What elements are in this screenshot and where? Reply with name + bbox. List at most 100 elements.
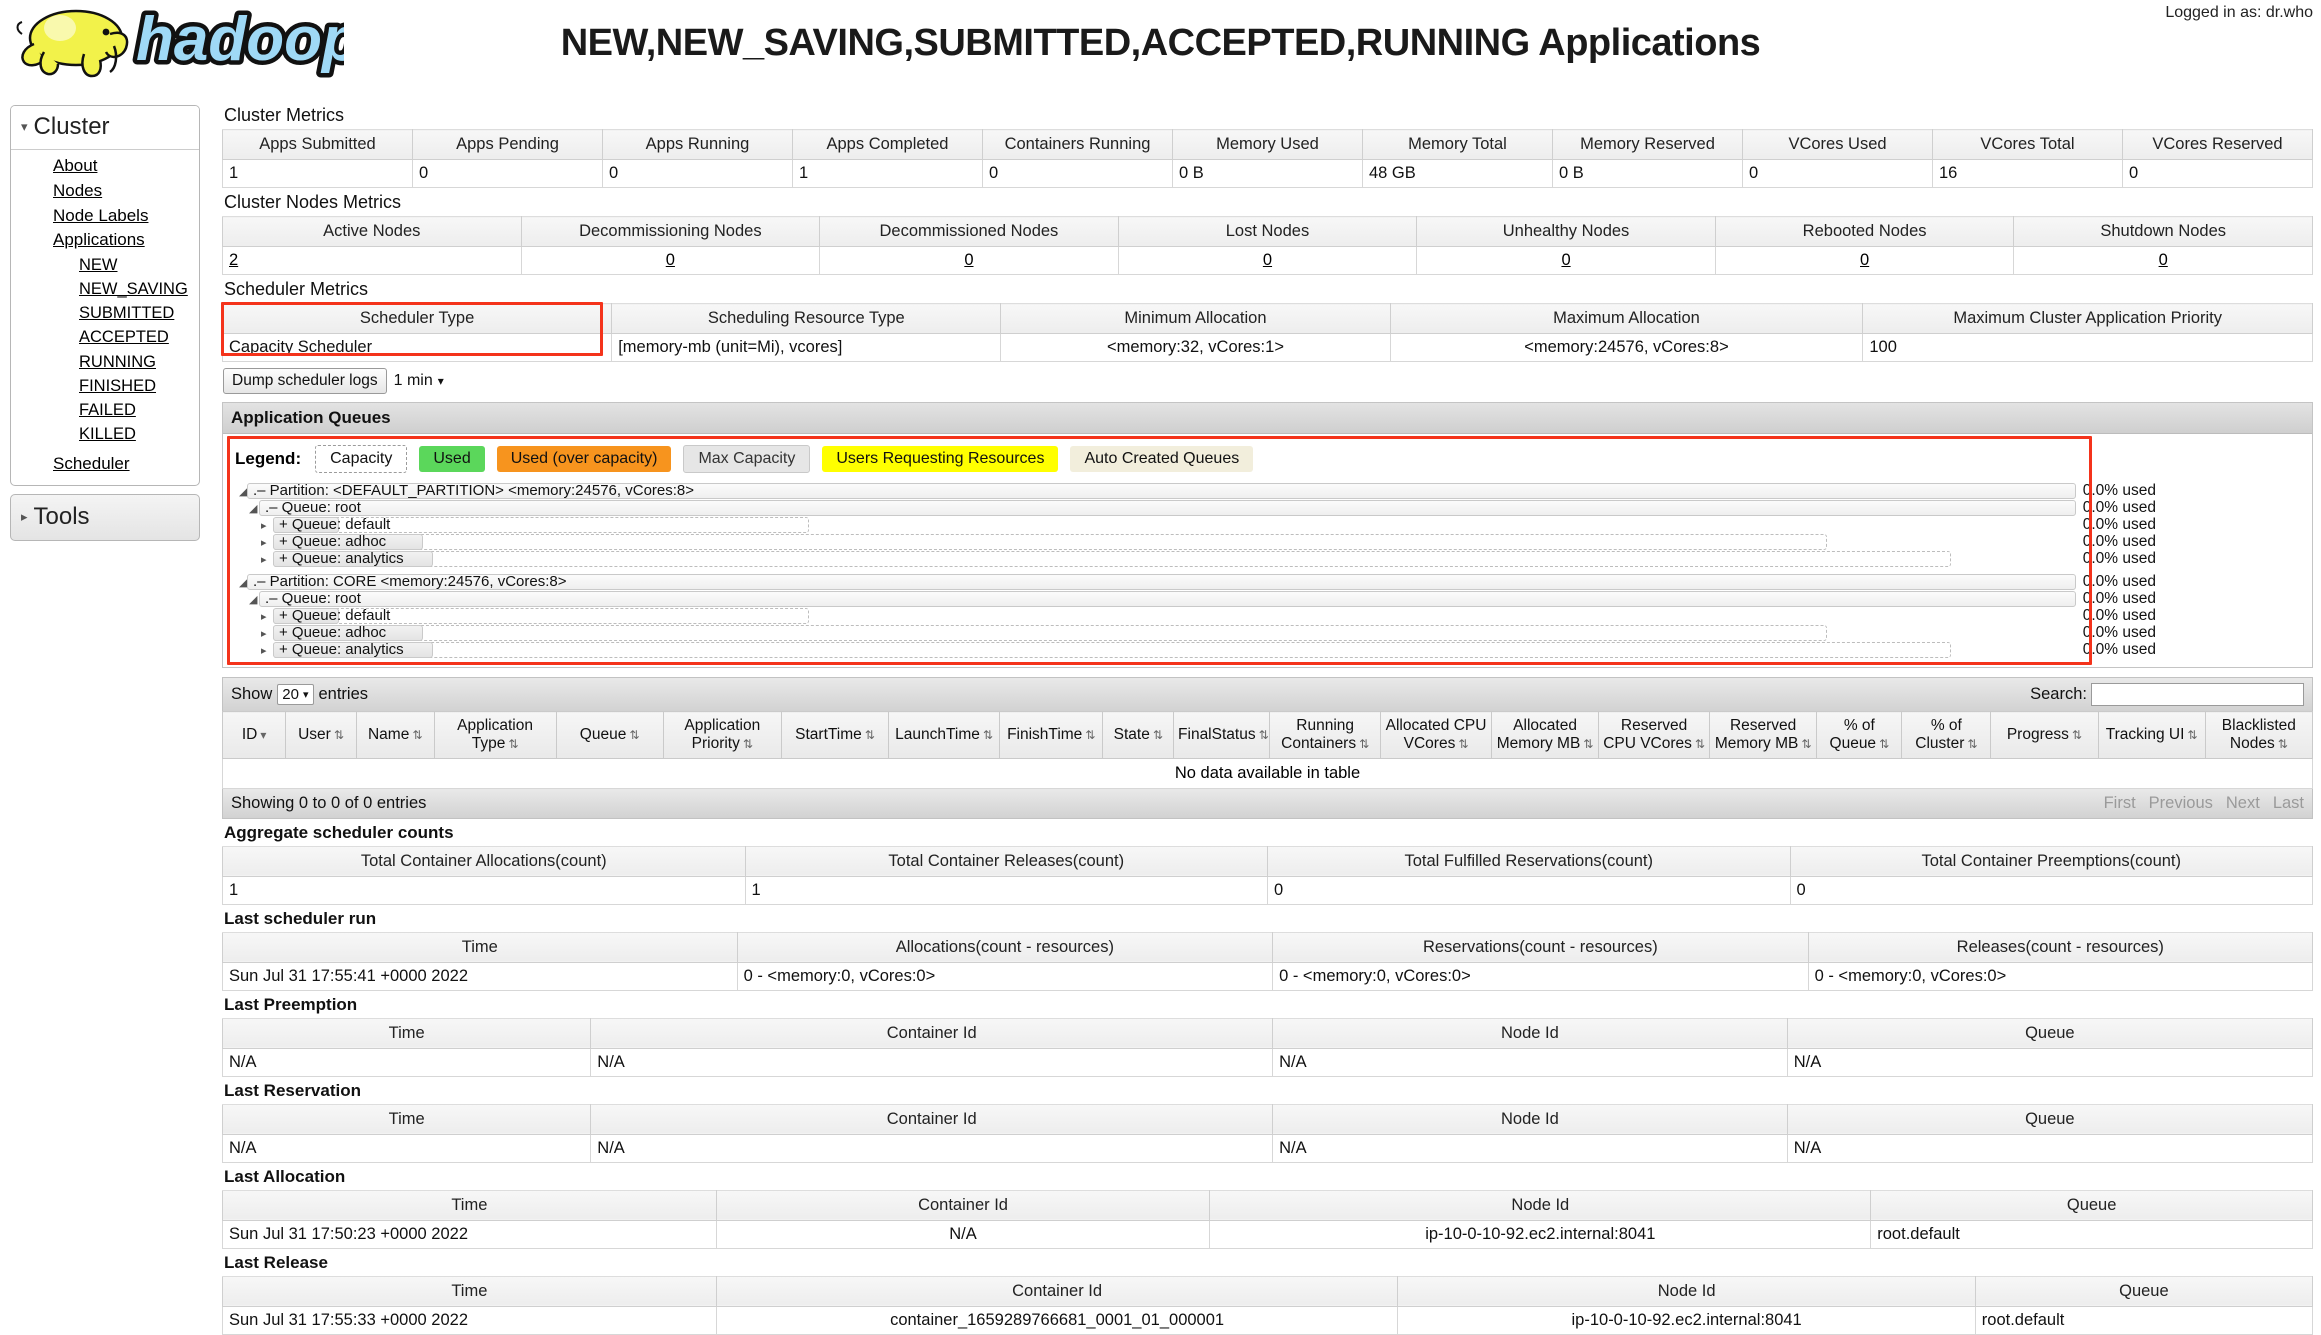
sort-icon[interactable]: ⇅ (983, 728, 993, 742)
queue-expand-icon[interactable]: ▸ (261, 536, 267, 549)
sort-icon[interactable]: ⇅ (2187, 728, 2197, 742)
col-tracking-ui[interactable]: Tracking UI⇅ (2098, 712, 2205, 759)
queue-row[interactable]: ▸+ Queue: default0.0% used (229, 517, 2306, 533)
legend-max-capacity[interactable]: Max Capacity (683, 445, 810, 473)
sort-icon[interactable]: ⇅ (412, 728, 422, 742)
col-application-priority[interactable]: Application Priority⇅ (663, 712, 781, 759)
sort-icon[interactable]: ⇅ (1879, 737, 1889, 751)
val-decommissioned-nodes[interactable]: 0 (964, 251, 973, 269)
col-finishtime[interactable]: FinishTime⇅ (999, 712, 1103, 759)
sidebar-item-failed[interactable]: FAILED (11, 398, 199, 422)
col-blacklisted-nodes[interactable]: Blacklisted Nodes⇅ (2205, 712, 2312, 759)
val-active-nodes[interactable]: 2 (229, 251, 238, 269)
queue-collapse-icon[interactable]: ◢ (249, 593, 257, 606)
sidebar-item-new-saving[interactable]: NEW_SAVING (11, 277, 199, 301)
col-progress[interactable]: Progress⇅ (1991, 712, 2098, 759)
sort-icon[interactable]: ⇅ (629, 728, 639, 742)
sidebar-item-applications[interactable]: Applications (11, 228, 199, 253)
col-allocated-cpu-vcores[interactable]: Allocated CPU VCores⇅ (1381, 712, 1492, 759)
sort-icon[interactable]: ⇅ (2278, 737, 2288, 751)
sort-icon[interactable]: ⇅ (1967, 737, 1977, 751)
pagination-last[interactable]: Last (2273, 794, 2304, 813)
pagination-first[interactable]: First (2104, 794, 2136, 813)
val-shutdown-nodes[interactable]: 0 (2159, 251, 2168, 269)
queue-expand-icon[interactable]: ▸ (261, 519, 267, 532)
col-of-cluster[interactable]: % of Cluster⇅ (1902, 712, 1991, 759)
legend-users-requesting-resources[interactable]: Users Requesting Resources (822, 446, 1058, 472)
col-reserved-memory-mb[interactable]: Reserved Memory MB⇅ (1710, 712, 1817, 759)
queue-row[interactable]: ◢.– Queue: root0.0% used (229, 591, 2306, 607)
sort-icon[interactable]: ⇅ (1259, 728, 1269, 742)
queue-row[interactable]: ▸+ Queue: analytics0.0% used (229, 642, 2306, 658)
sidebar-item-new[interactable]: NEW (11, 253, 199, 277)
queue-row[interactable]: ◢.– Queue: root0.0% used (229, 500, 2306, 516)
sidebar-item-killed[interactable]: KILLED (11, 422, 199, 446)
entries-per-page-select[interactable]: 20 ▾ (277, 684, 313, 705)
queue-expand-icon[interactable]: ▸ (261, 644, 267, 657)
sidebar-item-nodes[interactable]: Nodes (11, 179, 199, 204)
search-input[interactable] (2091, 683, 2304, 706)
sort-icon[interactable]: ⇅ (1085, 728, 1095, 742)
sort-icon[interactable]: ⇅ (1458, 737, 1468, 751)
col-starttime[interactable]: StartTime⇅ (781, 712, 888, 759)
col-allocated-memory-mb[interactable]: Allocated Memory MB⇅ (1491, 712, 1598, 759)
sort-icon[interactable]: ⇅ (743, 737, 753, 751)
sidebar-item-running[interactable]: RUNNING (11, 350, 199, 374)
col-id[interactable]: ID▾ (223, 712, 286, 759)
col-scheduler-type: Scheduler Type (223, 304, 612, 334)
legend-used[interactable]: Used (419, 446, 484, 472)
sort-icon[interactable]: ⇅ (1695, 737, 1705, 751)
sidebar-item-submitted[interactable]: SUBMITTED (11, 301, 199, 325)
queue-row[interactable]: ▸+ Queue: default0.0% used (229, 608, 2306, 624)
queue-row[interactable]: ▸+ Queue: analytics0.0% used (229, 551, 2306, 567)
sort-icon[interactable]: ⇅ (1153, 728, 1163, 742)
queue-row[interactable]: ▸+ Queue: adhoc0.0% used (229, 534, 2306, 550)
sort-icon[interactable]: ⇅ (2072, 728, 2082, 742)
sort-icon[interactable]: ⇅ (1583, 737, 1593, 751)
sidebar-item-finished[interactable]: FINISHED (11, 374, 199, 398)
queue-collapse-icon[interactable]: ◢ (249, 502, 257, 515)
col-apps-completed: Apps Completed (793, 130, 983, 160)
val-decommissioning-nodes[interactable]: 0 (666, 251, 675, 269)
col-of-queue[interactable]: % of Queue⇅ (1817, 712, 1902, 759)
sidebar-section-cluster[interactable]: ▾Cluster (11, 106, 199, 150)
col-name[interactable]: Name⇅ (356, 712, 434, 759)
legend-auto-created-queues[interactable]: Auto Created Queues (1070, 446, 1253, 472)
sort-desc-icon[interactable]: ▾ (260, 728, 266, 742)
queue-row[interactable]: ◢.– Partition: <DEFAULT_PARTITION> <memo… (229, 483, 2306, 499)
queue-row[interactable]: ▸+ Queue: adhoc0.0% used (229, 625, 2306, 641)
queue-expand-icon[interactable]: ▸ (261, 627, 267, 640)
sort-icon[interactable]: ⇅ (865, 728, 875, 742)
pagination-previous[interactable]: Previous (2149, 794, 2213, 813)
legend-used-over-capacity[interactable]: Used (over capacity) (497, 446, 672, 472)
sidebar-item-accepted[interactable]: ACCEPTED (11, 325, 199, 349)
col-state[interactable]: State⇅ (1103, 712, 1174, 759)
col-finalstatus[interactable]: FinalStatus⇅ (1174, 712, 1270, 759)
col-user[interactable]: User⇅ (286, 712, 357, 759)
col-reserved-cpu-vcores[interactable]: Reserved CPU VCores⇅ (1599, 712, 1710, 759)
sort-icon[interactable]: ⇅ (1359, 737, 1369, 751)
sidebar-item-scheduler[interactable]: Scheduler (11, 452, 199, 477)
col-application-type[interactable]: Application Type⇅ (434, 712, 556, 759)
val-unhealthy-nodes[interactable]: 0 (1561, 251, 1570, 269)
col-running-containers[interactable]: Running Containers⇅ (1270, 712, 1381, 759)
sidebar-section-tools[interactable]: ▸Tools (10, 494, 200, 541)
col-vcores-reserved: VCores Reserved (2123, 130, 2313, 160)
val-rebooted-nodes[interactable]: 0 (1860, 251, 1869, 269)
sort-icon[interactable]: ⇅ (334, 728, 344, 742)
col-launchtime[interactable]: LaunchTime⇅ (889, 712, 1000, 759)
sidebar-item-node-labels[interactable]: Node Labels (11, 204, 199, 229)
dump-scheduler-logs-button[interactable]: Dump scheduler logs (223, 368, 387, 394)
column-label: LaunchTime (895, 726, 980, 743)
sort-icon[interactable]: ⇅ (508, 737, 518, 751)
pagination-next[interactable]: Next (2226, 794, 2260, 813)
legend-capacity[interactable]: Capacity (315, 445, 407, 473)
dump-interval-select[interactable]: 1 min ▾ (394, 372, 444, 390)
queue-expand-icon[interactable]: ▸ (261, 553, 267, 566)
sidebar-item-about[interactable]: About (11, 154, 199, 179)
queue-expand-icon[interactable]: ▸ (261, 610, 267, 623)
col-queue[interactable]: Queue⇅ (556, 712, 663, 759)
queue-row[interactable]: ◢.– Partition: CORE <memory:24576, vCore… (229, 574, 2306, 590)
sort-icon[interactable]: ⇅ (1801, 737, 1811, 751)
val-lost-nodes[interactable]: 0 (1263, 251, 1272, 269)
